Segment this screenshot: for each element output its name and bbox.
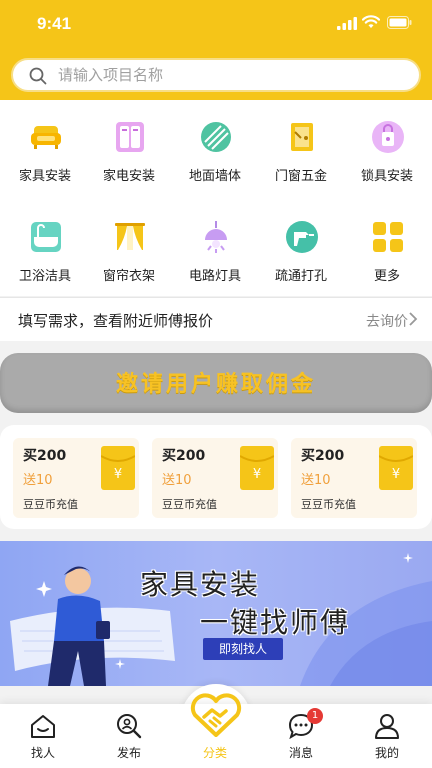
- category-label: 卫浴洁具: [18, 269, 71, 284]
- category-label: 门窗五金: [274, 169, 327, 184]
- category-label: 疏通打孔: [274, 269, 327, 284]
- drill-icon: [286, 221, 318, 253]
- chevron-right-icon: [409, 312, 418, 326]
- invite-banner[interactable]: 邀请用户赚取佣金: [0, 353, 432, 413]
- wifi-icon: [362, 15, 380, 28]
- tab-messages[interactable]: 消息: [258, 704, 344, 768]
- category-curtain[interactable]: 窗帘衣架: [86, 200, 172, 284]
- coupon-give: 送10: [23, 473, 53, 488]
- signal-icon: [337, 17, 357, 30]
- tab-find[interactable]: 找人: [0, 704, 86, 768]
- category-bathroom[interactable]: 卫浴洁具: [2, 200, 88, 284]
- invite-banner-text: 邀请用户赚取佣金: [115, 372, 316, 397]
- tab-label: 我的: [374, 746, 399, 760]
- search-icon: [29, 67, 47, 85]
- search-bar[interactable]: [11, 58, 421, 92]
- more-grid-icon: [373, 222, 403, 252]
- category-label: 家具安装: [18, 169, 71, 184]
- red-envelope-icon: ¥: [101, 446, 135, 490]
- promo-banner[interactable]: 家具安装 一键找师傅 即刻找人: [0, 541, 432, 686]
- tab-label: 找人: [30, 746, 55, 760]
- tab-label: 分类: [202, 746, 227, 760]
- category-label: 更多: [373, 269, 400, 284]
- category-label: 锁具安装: [360, 169, 413, 184]
- coupon-card[interactable]: 买200 送10 豆豆币充值 ¥: [291, 438, 417, 518]
- svg-text:¥: ¥: [114, 467, 122, 482]
- door-icon: [291, 123, 313, 151]
- promo-find-now-button[interactable]: 即刻找人: [203, 638, 283, 660]
- coupon-give: 送10: [301, 473, 331, 488]
- handshake-icon[interactable]: [190, 693, 242, 737]
- category-appliance[interactable]: 家电安装: [86, 100, 172, 184]
- sofa-icon: [31, 126, 61, 149]
- coupon-section: 买200 送10 豆豆币充值 ¥ 买200 送10 豆豆币充值 ¥ 买200 送…: [0, 425, 432, 529]
- red-envelope-icon: ¥: [379, 446, 413, 490]
- status-time: 9:41: [37, 14, 72, 33]
- category-more[interactable]: 更多: [344, 200, 430, 284]
- coupon-give: 送10: [162, 473, 192, 488]
- request-quote-row[interactable]: 填写需求，查看附近师傅报价 去询价: [0, 297, 432, 341]
- battery-icon: [387, 16, 412, 29]
- coupon-buy: 买200: [301, 448, 345, 464]
- coupon-card[interactable]: 买200 送10 豆豆币充值 ¥: [13, 438, 139, 518]
- promo-title-line2: 一键找师傅: [200, 606, 351, 639]
- category-lock[interactable]: 锁具安装: [344, 100, 430, 184]
- tab-label: 发布: [116, 746, 141, 760]
- category-label: 电路灯具: [188, 269, 241, 284]
- message-badge: 1: [307, 708, 323, 724]
- category-door-window[interactable]: 门窗五金: [258, 100, 344, 184]
- coupon-desc: 豆豆币充值: [23, 498, 78, 511]
- home-icon: [31, 715, 55, 738]
- category-drilling[interactable]: 疏通打孔: [258, 200, 344, 284]
- status-bar: 9:41: [0, 0, 432, 48]
- category-label: 家电安装: [102, 169, 155, 184]
- svg-text:¥: ¥: [253, 467, 261, 482]
- category-label: 窗帘衣架: [102, 269, 155, 284]
- tab-label: 消息: [288, 746, 313, 760]
- tab-publish[interactable]: 发布: [86, 704, 172, 768]
- publish-search-icon: [117, 714, 142, 739]
- lock-icon: [372, 121, 404, 153]
- coupon-card[interactable]: 买200 送10 豆豆币充值 ¥: [152, 438, 278, 518]
- curtain-icon: [115, 223, 145, 250]
- search-input[interactable]: [58, 60, 398, 90]
- promo-title-line1: 家具安装: [140, 568, 261, 601]
- header: 9:41: [0, 0, 432, 100]
- category-lighting[interactable]: 电路灯具: [172, 200, 258, 284]
- coupon-buy: 买200: [162, 448, 206, 464]
- category-grid: 家具安装 家电安装 地面墙体 门窗五金 锁具安装 卫浴洁具 窗帘衣架 电路灯具 …: [0, 100, 432, 296]
- request-quote-link[interactable]: 去询价: [366, 311, 408, 331]
- profile-icon: [375, 714, 399, 739]
- tab-profile[interactable]: 我的: [344, 704, 430, 768]
- coupon-desc: 豆豆币充值: [162, 498, 217, 511]
- coupon-desc: 豆豆币充值: [301, 498, 356, 511]
- category-label: 地面墙体: [188, 169, 241, 184]
- red-envelope-icon: ¥: [240, 446, 274, 490]
- coupon-buy: 买200: [23, 448, 67, 464]
- bathtub-icon: [31, 222, 61, 252]
- appliance-icon: [116, 122, 144, 152]
- category-floor-wall[interactable]: 地面墙体: [172, 100, 258, 184]
- floor-icon: [201, 122, 231, 152]
- svg-text:¥: ¥: [392, 467, 400, 482]
- lamp-icon: [205, 221, 227, 253]
- request-quote-text: 填写需求，查看附近师傅报价: [18, 312, 214, 330]
- category-furniture[interactable]: 家具安装: [2, 100, 88, 184]
